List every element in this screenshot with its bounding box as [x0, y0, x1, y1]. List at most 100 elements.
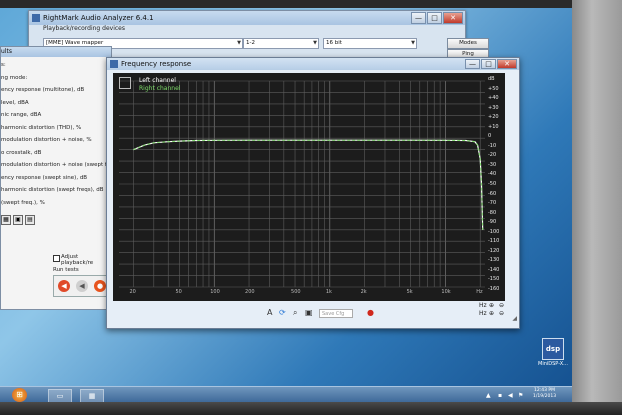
result-row[interactable]: ency response (swept sine), dB [1, 172, 111, 185]
y-tick-label: -40 [488, 171, 497, 178]
bits-select-value: 16 bit [326, 40, 342, 46]
start-button[interactable]: ⊞ [12, 388, 27, 402]
results-toolbar: ▦ ▣ ▤ [1, 215, 35, 225]
y-tick-label: -50 [488, 181, 497, 187]
y-tick-label: -120 [488, 247, 500, 254]
freq-window-titlebar[interactable]: Frequency response — □ ✕ [107, 58, 519, 70]
desktop-shortcut-label: MiniDSP-X... [538, 361, 568, 367]
minimize-button[interactable]: — [465, 59, 480, 69]
result-row[interactable]: modulation distortion + noise (swept fre… [1, 159, 111, 172]
save-icon[interactable]: ▣ [13, 215, 23, 225]
legend-icon[interactable] [119, 77, 131, 89]
minimize-button[interactable]: — [411, 12, 426, 24]
channel-select[interactable]: 1-2 ▼ [243, 38, 319, 49]
close-button[interactable]: ✕ [443, 12, 463, 24]
search-icon[interactable]: ⌕ [293, 308, 297, 318]
run-tests-box: ◀ ◀ ● [53, 275, 111, 297]
result-row[interactable]: ency response (multitone), dB [1, 84, 111, 97]
frequency-response-window: Frequency response — □ ✕ Left channel Ri… [106, 57, 520, 329]
result-row[interactable]: o crosstalk, dB [1, 147, 111, 160]
y-tick-label: +20 [488, 114, 499, 121]
result-row[interactable]: harmonic distortion (swept freqs), dB [1, 184, 111, 197]
run-tests-label: Run tests [53, 267, 79, 273]
y-tick-label: -140 [488, 266, 500, 273]
x-tick-label: 2k [360, 289, 367, 295]
refresh-icon[interactable]: ⟳ [279, 308, 286, 317]
y-tick-label: -90 [488, 219, 497, 226]
dsp-icon: dsp [542, 338, 564, 360]
results-list: s: ng mode: ency response (multitone), dB l… [1, 59, 111, 209]
main-window-title: RightMark Audio Analyzer 6.4.1 [43, 14, 154, 22]
desktop: RightMark Audio Analyzer 6.4.1 — □ ✕ Pla… [0, 8, 572, 402]
result-row[interactable]: (swept freq.), % [1, 197, 111, 210]
clock[interactable]: 12:43 PM 1/19/2013 [533, 388, 556, 400]
maximize-button[interactable]: □ [481, 59, 496, 69]
x-tick-label: 20 [129, 289, 136, 295]
chevron-down-icon: ▼ [237, 40, 241, 46]
y-tick-label: +50 [488, 85, 499, 92]
zoom-in-icon-2[interactable]: ⊕ [489, 310, 494, 317]
y-tick-label: +40 [488, 95, 499, 102]
main-window-titlebar[interactable]: RightMark Audio Analyzer 6.4.1 — □ ✕ [29, 11, 465, 25]
y-tick-label: -110 [488, 238, 500, 245]
y-tick-label: -20 [488, 152, 497, 159]
y-tick-label: -150 [488, 276, 500, 283]
y-tick-label: dB [488, 76, 495, 82]
x-tick-label: 10k [441, 289, 451, 295]
zoom-out-icon[interactable]: ⊖ [499, 302, 504, 309]
window-controls: — □ ✕ [465, 59, 517, 69]
y-tick-label: +10 [488, 123, 499, 130]
y-tick-label: -130 [488, 257, 500, 264]
record-icon[interactable]: ● [94, 280, 106, 292]
x-tick-label: 5k [406, 289, 413, 295]
resize-grip-icon[interactable]: ◢ [512, 315, 517, 322]
x-tick-label: 50 [175, 289, 182, 295]
text-tool-icon[interactable]: A [267, 308, 272, 317]
result-row[interactable]: harmonic distortion (THD), % [1, 122, 111, 135]
x-tick-label: Hz [476, 289, 483, 295]
desktop-shortcut[interactable]: dsp MiniDSP-X... [537, 338, 569, 367]
y-tick-label: -80 [488, 209, 497, 216]
y-tick-label: -30 [488, 161, 497, 168]
close-button[interactable]: ✕ [497, 59, 517, 69]
result-row[interactable]: nic range, dBA [1, 109, 111, 122]
save-config-field[interactable]: Save Cfg [319, 309, 353, 318]
zoom-hz-label[interactable]: Hz [479, 302, 487, 309]
volume-icon[interactable]: ◀ [508, 392, 513, 399]
monitor-frame [572, 0, 622, 415]
stop-icon[interactable]: ● [367, 308, 374, 317]
y-tick-label: -60 [488, 190, 497, 197]
zoom-out-icon-2[interactable]: ⊖ [499, 310, 504, 317]
x-tick-label: 1k [325, 289, 332, 295]
result-row[interactable]: modulation distortion + noise, % [1, 134, 111, 147]
run-options: Adjust playback/re Run tests ◀ ◀ ● [41, 251, 111, 311]
modes-button[interactable]: Modes [447, 38, 489, 49]
zoom-hz-label-2[interactable]: Hz [479, 310, 487, 317]
adjust-label: Adjust playback/re [61, 254, 94, 266]
freq-window-title: Frequency response [121, 60, 192, 68]
y-tick-label: -70 [488, 200, 497, 207]
result-row[interactable]: level, dBA [1, 97, 111, 110]
zoom-in-icon[interactable]: ⊕ [489, 302, 494, 309]
mute-icon[interactable]: ◀ [76, 280, 88, 292]
legend-left-channel: Left channel [139, 77, 176, 84]
bits-select[interactable]: 16 bit ▼ [323, 38, 417, 49]
save-icon[interactable]: ▣ [305, 308, 313, 317]
speaker-icon[interactable]: ◀ [58, 280, 70, 292]
legend-right-channel: Right channel [139, 85, 181, 92]
tray-arrow-icon[interactable]: ▲ [486, 392, 491, 399]
maximize-button[interactable]: □ [427, 12, 442, 24]
flag-icon[interactable]: ⚑ [518, 392, 523, 399]
book-icon[interactable]: ▤ [25, 215, 35, 225]
series-line-right-channel [133, 139, 484, 230]
grid-icon[interactable]: ▦ [1, 215, 11, 225]
result-row[interactable]: s: [1, 59, 111, 72]
chevron-down-icon: ▼ [313, 40, 317, 46]
clock-date: 1/19/2013 [533, 394, 557, 399]
taskbar: ⊞ ▭ ▦ ▲ ▪ ◀ ⚑ 12:43 PM 1/19/2013 [0, 386, 572, 402]
network-icon[interactable]: ▪ [498, 392, 502, 399]
result-row[interactable]: ng mode: [1, 72, 111, 85]
taskbar-app-analyzer[interactable]: ▦ [80, 389, 104, 402]
taskbar-app-folder[interactable]: ▭ [48, 389, 72, 402]
adjust-checkbox[interactable] [53, 255, 60, 262]
